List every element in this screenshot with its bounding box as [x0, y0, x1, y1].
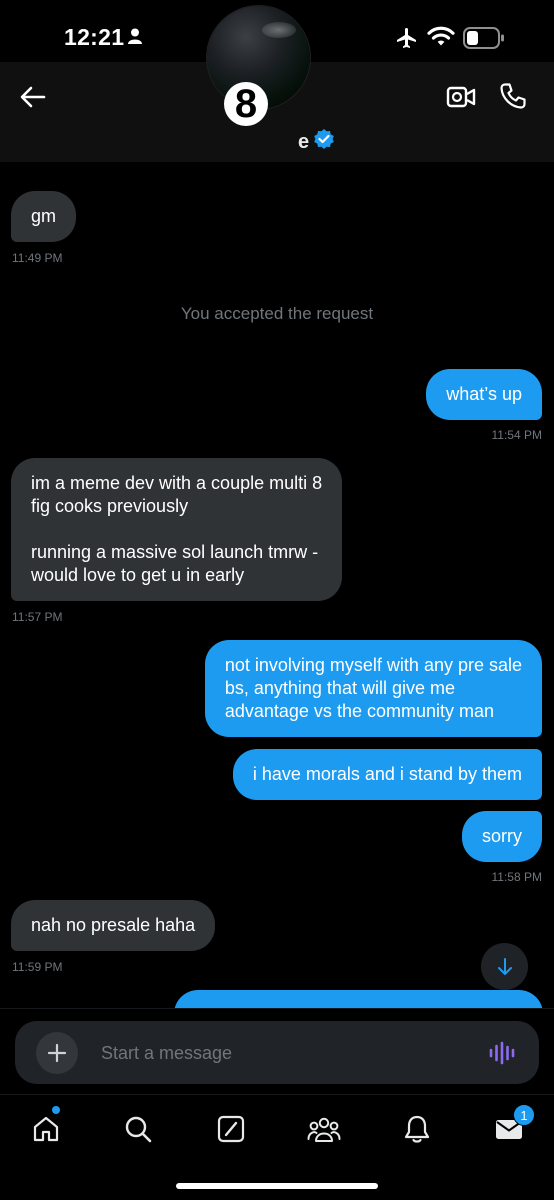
message-bubble-outgoing[interactable]: what’s up [426, 369, 542, 420]
verified-badge-icon [313, 128, 335, 155]
communities-icon [307, 1117, 341, 1142]
airplane-mode-icon [395, 26, 419, 55]
home-indicator [176, 1183, 378, 1189]
avatar-gloss [262, 22, 296, 38]
message-timestamp: 11:49 PM [12, 251, 63, 265]
voice-message-icon[interactable] [488, 1041, 516, 1070]
messages-unread-badge: 1 [513, 1104, 535, 1126]
add-attachment-button[interactable] [36, 1032, 78, 1074]
battery-icon [463, 27, 505, 54]
message-bubble-outgoing[interactable]: i have morals and i stand by them [232, 749, 542, 800]
search-icon [125, 1116, 152, 1143]
arrow-down-icon [497, 957, 512, 975]
back-arrow-icon[interactable] [18, 82, 48, 112]
composer-area [0, 1008, 554, 1094]
request-accepted-note: You accepted the request [180, 304, 374, 323]
message-input[interactable] [101, 1039, 461, 1067]
wifi-icon [427, 25, 455, 52]
contact-name-fragment: e [298, 131, 310, 153]
nav-search[interactable] [118, 1109, 158, 1149]
phone-call-icon[interactable] [499, 82, 527, 115]
status-time: 12:21 [64, 24, 125, 50]
nav-communities[interactable] [304, 1109, 344, 1149]
message-timestamp: 11:54 PM [491, 428, 542, 442]
nav-grok[interactable] [211, 1109, 251, 1149]
avatar-eight-ball-number: 8 [234, 82, 258, 126]
message-composer [15, 1021, 539, 1084]
message-bubble-outgoing[interactable]: not involving myself with any pre sale b… [204, 640, 542, 737]
scroll-to-bottom-button[interactable] [481, 943, 528, 990]
video-call-icon[interactable] [446, 84, 476, 115]
message-timestamp: 11:59 PM [12, 960, 63, 974]
nav-home[interactable] [26, 1109, 66, 1149]
home-icon [33, 1116, 59, 1142]
bell-icon [404, 1115, 430, 1143]
message-timestamp: 11:57 PM [12, 610, 63, 624]
message-bubble-incoming[interactable]: nah no presale haha [11, 900, 216, 951]
message-timestamp: 11:58 PM [491, 870, 542, 884]
nav-notifications[interactable] [397, 1109, 437, 1149]
message-bubble-incoming[interactable]: im a meme dev with a couple multi 8 fig … [11, 458, 343, 601]
person-icon [128, 28, 142, 49]
home-notification-dot [52, 1106, 60, 1114]
message-bubble-outgoing[interactable]: sorry [462, 811, 542, 862]
plus-icon [47, 1043, 67, 1063]
grok-icon [217, 1115, 245, 1143]
message-bubble-incoming[interactable]: gm [11, 191, 77, 242]
